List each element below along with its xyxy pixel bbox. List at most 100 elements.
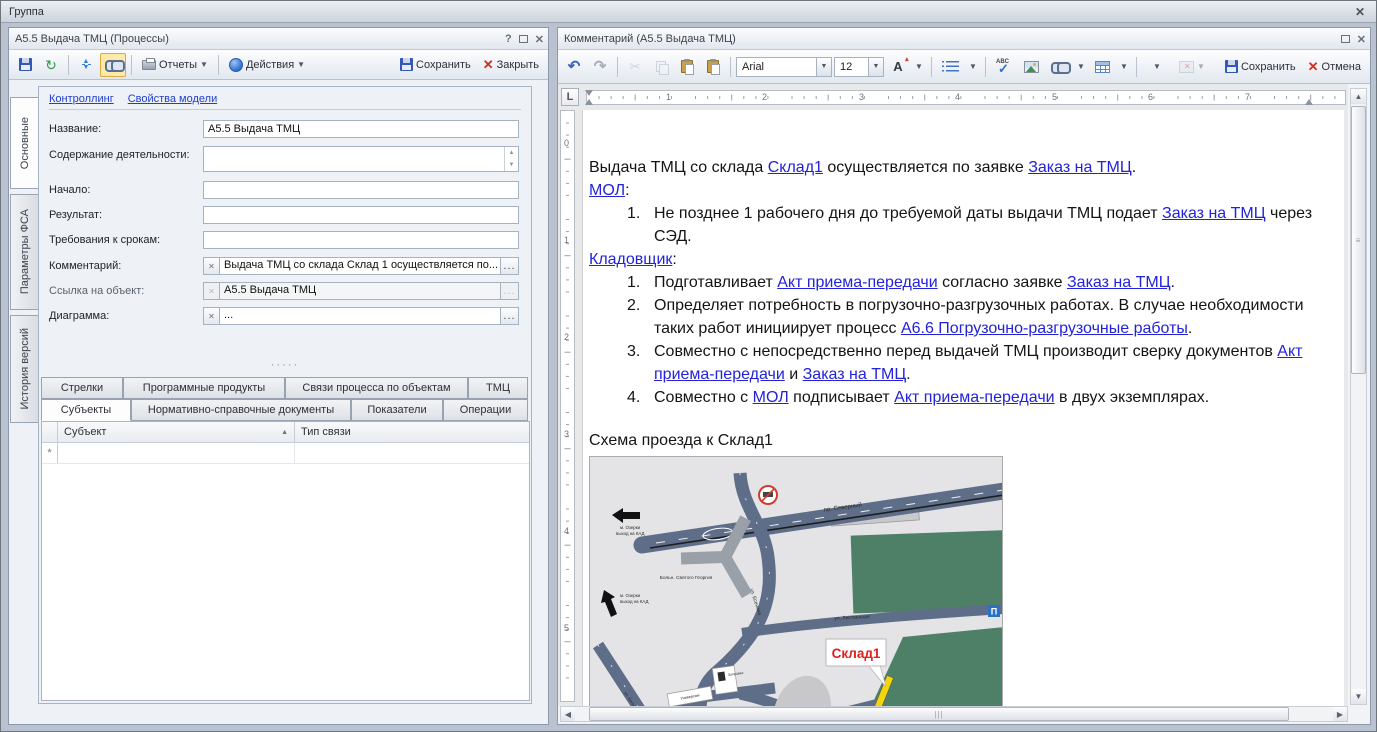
diagram-value[interactable]: ...: [220, 307, 501, 325]
tab-stop-selector[interactable]: L: [561, 88, 579, 106]
first-line-indent-marker[interactable]: [585, 90, 593, 96]
doc-link[interactable]: Заказ на ТМЦ: [803, 366, 907, 383]
help-button[interactable]: ?: [505, 33, 512, 45]
chevron-down-icon[interactable]: ▼: [868, 58, 883, 76]
objectref-clear-button: ✕: [203, 282, 220, 300]
expand-button[interactable]: ▲▼: [74, 53, 98, 77]
table-dropdown[interactable]: ▼: [1117, 55, 1131, 79]
tab-programmnye-produkty[interactable]: Программные продукты: [123, 377, 285, 399]
tab-istoriya-versiy[interactable]: История версий: [10, 315, 38, 423]
cancel-label: Отмена: [1322, 61, 1361, 73]
refresh-button[interactable]: ↻: [39, 53, 63, 77]
close-button[interactable]: ✕ Закрыть: [478, 53, 544, 77]
tab-strelki[interactable]: Стрелки: [41, 377, 123, 399]
doc-link[interactable]: Склад1: [768, 159, 823, 176]
route-map-image[interactable]: Автоцентр "МАРВЕЛ" пр. Северный ул. Есен…: [589, 456, 1003, 706]
actions-button[interactable]: Действия ▼: [224, 53, 310, 77]
vertical-scrollbar-thumb[interactable]: ≡: [1351, 106, 1366, 374]
doc-link[interactable]: Заказ на ТМЦ: [1162, 205, 1266, 222]
tab-pokazateli[interactable]: Показатели: [351, 399, 443, 421]
close-panel-button[interactable]: ✕: [1357, 33, 1366, 46]
tab-normativnye-dokumenty[interactable]: Нормативно-справочные документы: [131, 399, 351, 421]
scroll-right-button[interactable]: ▶: [1333, 707, 1347, 721]
content-textarea[interactable]: ▲▼: [203, 146, 519, 172]
right-indent-marker[interactable]: [1305, 99, 1313, 105]
maximize-button[interactable]: [1341, 35, 1350, 43]
save-commit-button[interactable]: Сохранить: [395, 53, 476, 77]
chevron-down-icon[interactable]: ▼: [816, 58, 831, 76]
reports-button[interactable]: Отчеты ▼: [137, 53, 213, 77]
controlling-link[interactable]: Контроллинг: [49, 93, 114, 105]
font-size-select[interactable]: 12 ▼: [834, 57, 884, 77]
diagram-ellipsis-button[interactable]: ...: [501, 307, 519, 325]
window-close-button[interactable]: ✕: [1352, 4, 1368, 20]
cut-button[interactable]: ✂: [623, 55, 647, 79]
new-row[interactable]: *: [42, 443, 529, 464]
tab-svyazi-processa[interactable]: Связи процесса по объектам: [285, 377, 468, 399]
doc-link[interactable]: МОЛ: [753, 389, 789, 406]
hanging-indent-marker[interactable]: [585, 99, 593, 105]
vertical-scrollbar[interactable]: ▲ ≡ ▼: [1350, 88, 1367, 705]
scroll-down-button[interactable]: ▼: [1351, 689, 1366, 704]
diagram-clear-button[interactable]: ✕: [203, 307, 220, 325]
font-family-select[interactable]: Arial ▼: [736, 57, 832, 77]
insert-image-button[interactable]: [1019, 55, 1044, 79]
horizontal-scrollbar-thumb[interactable]: |||: [589, 707, 1289, 721]
doc-text: Выдача ТМЦ со склада Склад1 осуществляет…: [583, 110, 1345, 409]
doc-paragraph: Выдача ТМЦ со склада Склад1 осуществляет…: [589, 156, 1333, 179]
tab-tmc[interactable]: ТМЦ: [468, 377, 528, 399]
comment-ellipsis-button[interactable]: ...: [501, 257, 519, 275]
comment-clear-button[interactable]: ✕: [203, 257, 220, 275]
field-row-objectref: Ссылка на объект: ✕ А5.5 Выдача ТМЦ ...: [49, 282, 519, 300]
save-comment-button[interactable]: Сохранить: [1220, 55, 1301, 79]
style-dropdown[interactable]: ▼: [1142, 55, 1172, 79]
doc-link[interactable]: МОЛ: [589, 182, 625, 199]
redo-button[interactable]: ↷: [588, 55, 612, 79]
scroll-up-button[interactable]: ▲: [1351, 89, 1366, 104]
doc-link[interactable]: Заказ на ТМЦ: [1067, 274, 1171, 291]
paste-button[interactable]: [675, 55, 699, 79]
column-header-linktype[interactable]: Тип связи: [295, 422, 529, 442]
undo-button[interactable]: ↶: [562, 55, 586, 79]
spellcheck-button[interactable]: [991, 55, 1017, 79]
link-dropdown[interactable]: ▼: [1074, 55, 1088, 79]
grow-font-button[interactable]: A: [886, 55, 910, 79]
tab-osnovnye[interactable]: Основные: [10, 97, 39, 189]
tab-subekty[interactable]: Субъекты: [41, 399, 131, 421]
tab-parametry-fsa[interactable]: Параметры ФСА: [10, 194, 38, 310]
document-page[interactable]: Выдача ТМЦ со склада Склад1 осуществляет…: [582, 110, 1346, 706]
doc-link[interactable]: Кладовщик: [589, 251, 672, 268]
name-input[interactable]: [203, 120, 519, 138]
horizontal-scrollbar[interactable]: ◀ ||| ▶: [560, 706, 1348, 722]
editor-toolbar: ↶ ↷ ✂ Arial ▼ 12 ▼ A ▼ ▼ ▼ ▼: [558, 50, 1370, 84]
insert-table-button[interactable]: [1090, 55, 1115, 79]
insert-link-button[interactable]: [1046, 55, 1072, 79]
link-mode-button[interactable]: [100, 53, 126, 77]
bullet-list-button[interactable]: [937, 55, 964, 79]
deadline-input[interactable]: [203, 231, 519, 249]
cancel-button[interactable]: ✕ Отмена: [1303, 55, 1366, 79]
list-dropdown[interactable]: ▼: [966, 55, 980, 79]
close-panel-button[interactable]: ✕: [535, 33, 544, 46]
paste-special-button[interactable]: [701, 55, 725, 79]
font-options-dropdown[interactable]: ▼: [912, 55, 926, 79]
bullet-list-icon: [946, 61, 959, 72]
objectref-value: А5.5 Выдача ТМЦ: [220, 282, 501, 300]
tab-operacii[interactable]: Операции: [443, 399, 528, 421]
comment-value[interactable]: Выдача ТМЦ со склада Склад 1 осуществляе…: [220, 257, 501, 275]
delete-table-button[interactable]: ▼: [1174, 55, 1210, 79]
column-header-subject[interactable]: Субъект ▲: [58, 422, 295, 442]
splitter-handle[interactable]: ·····: [39, 359, 531, 371]
result-input[interactable]: [203, 206, 519, 224]
model-properties-link[interactable]: Свойства модели: [128, 93, 218, 105]
maximize-button[interactable]: [519, 35, 528, 43]
spinner[interactable]: ▲▼: [504, 147, 518, 171]
scroll-left-button[interactable]: ◀: [561, 707, 575, 721]
doc-link[interactable]: Акт приема-передачи: [777, 274, 937, 291]
save-button[interactable]: [13, 53, 37, 77]
start-input[interactable]: [203, 181, 519, 199]
copy-button[interactable]: [649, 55, 673, 79]
doc-link[interactable]: Акт приема-передачи: [894, 389, 1054, 406]
doc-link[interactable]: Заказ на ТМЦ: [1028, 159, 1132, 176]
doc-link[interactable]: А6.6 Погрузочно-разгрузочные работы: [901, 320, 1188, 337]
